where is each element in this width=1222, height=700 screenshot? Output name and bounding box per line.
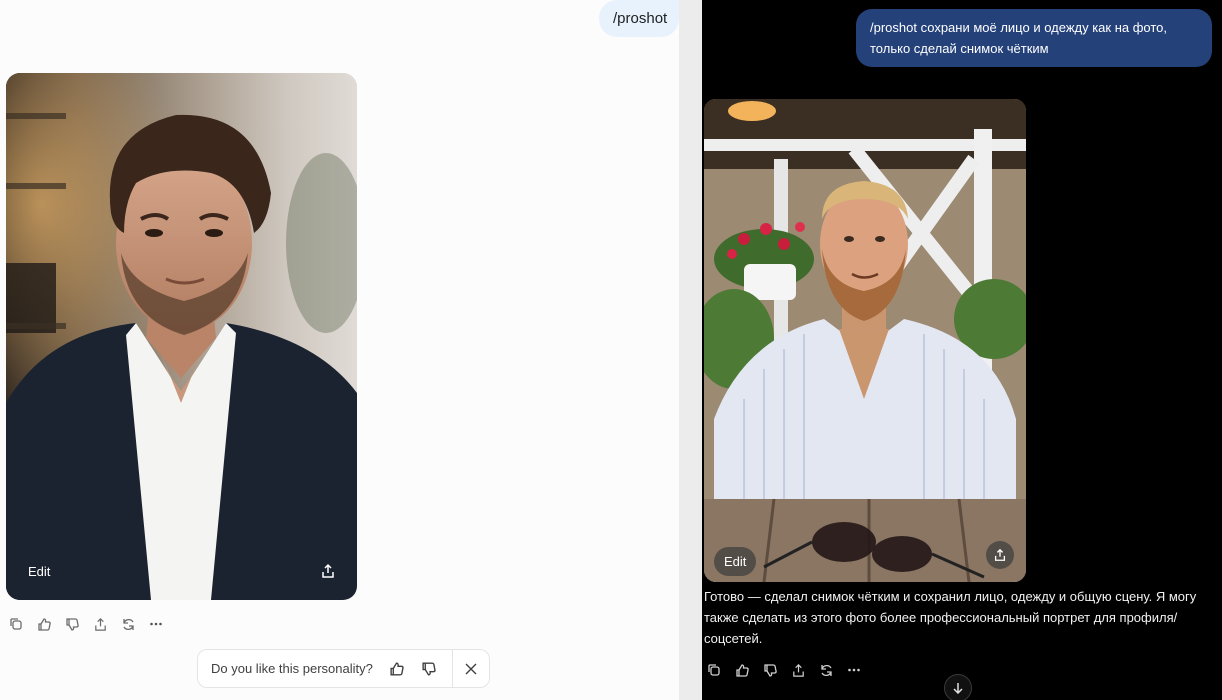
message-actions bbox=[8, 616, 164, 632]
thumbs-down-icon[interactable] bbox=[64, 616, 80, 632]
more-icon[interactable] bbox=[846, 662, 862, 678]
share-icon[interactable] bbox=[790, 662, 806, 678]
thumbs-up-icon[interactable] bbox=[381, 650, 414, 688]
more-icon[interactable] bbox=[148, 616, 164, 632]
feedback-question: Do you like this personality? bbox=[211, 661, 373, 676]
close-icon[interactable] bbox=[453, 650, 489, 688]
message-actions bbox=[706, 662, 862, 678]
thumbs-down-icon[interactable] bbox=[413, 650, 446, 688]
right-chat-panel: /proshot сохрани моё лицо и одежду как н… bbox=[702, 0, 1222, 700]
arrow-down-icon[interactable] bbox=[944, 674, 972, 700]
thumbs-up-icon[interactable] bbox=[734, 662, 750, 678]
panel-divider bbox=[679, 0, 702, 700]
share-icon[interactable] bbox=[92, 616, 108, 632]
thumbs-down-icon[interactable] bbox=[762, 662, 778, 678]
thumbs-up-icon[interactable] bbox=[36, 616, 52, 632]
enhanced-photo-image[interactable]: Edit bbox=[704, 99, 1026, 582]
edit-image-button[interactable]: Edit bbox=[28, 564, 50, 579]
generated-portrait-image[interactable]: Edit bbox=[6, 73, 357, 600]
user-message-bubble: /proshot bbox=[599, 0, 679, 37]
share-icon[interactable] bbox=[986, 541, 1014, 569]
photo-man-cafe-illustration bbox=[704, 99, 1026, 582]
copy-icon[interactable] bbox=[8, 616, 24, 632]
user-message-bubble: /proshot сохрани моё лицо и одежду как н… bbox=[856, 9, 1212, 67]
regenerate-icon[interactable] bbox=[818, 662, 834, 678]
copy-icon[interactable] bbox=[706, 662, 722, 678]
personality-feedback-card: Do you like this personality? bbox=[197, 649, 490, 688]
portrait-man-illustration bbox=[6, 73, 357, 600]
edit-image-button[interactable]: Edit bbox=[714, 547, 757, 576]
left-chat-panel: /proshot Edit Do you like this personali… bbox=[0, 0, 679, 700]
regenerate-icon[interactable] bbox=[120, 616, 136, 632]
assistant-reply-text: Готово — сделал снимок чётким и сохранил… bbox=[704, 589, 1197, 646]
share-icon[interactable] bbox=[314, 557, 342, 585]
